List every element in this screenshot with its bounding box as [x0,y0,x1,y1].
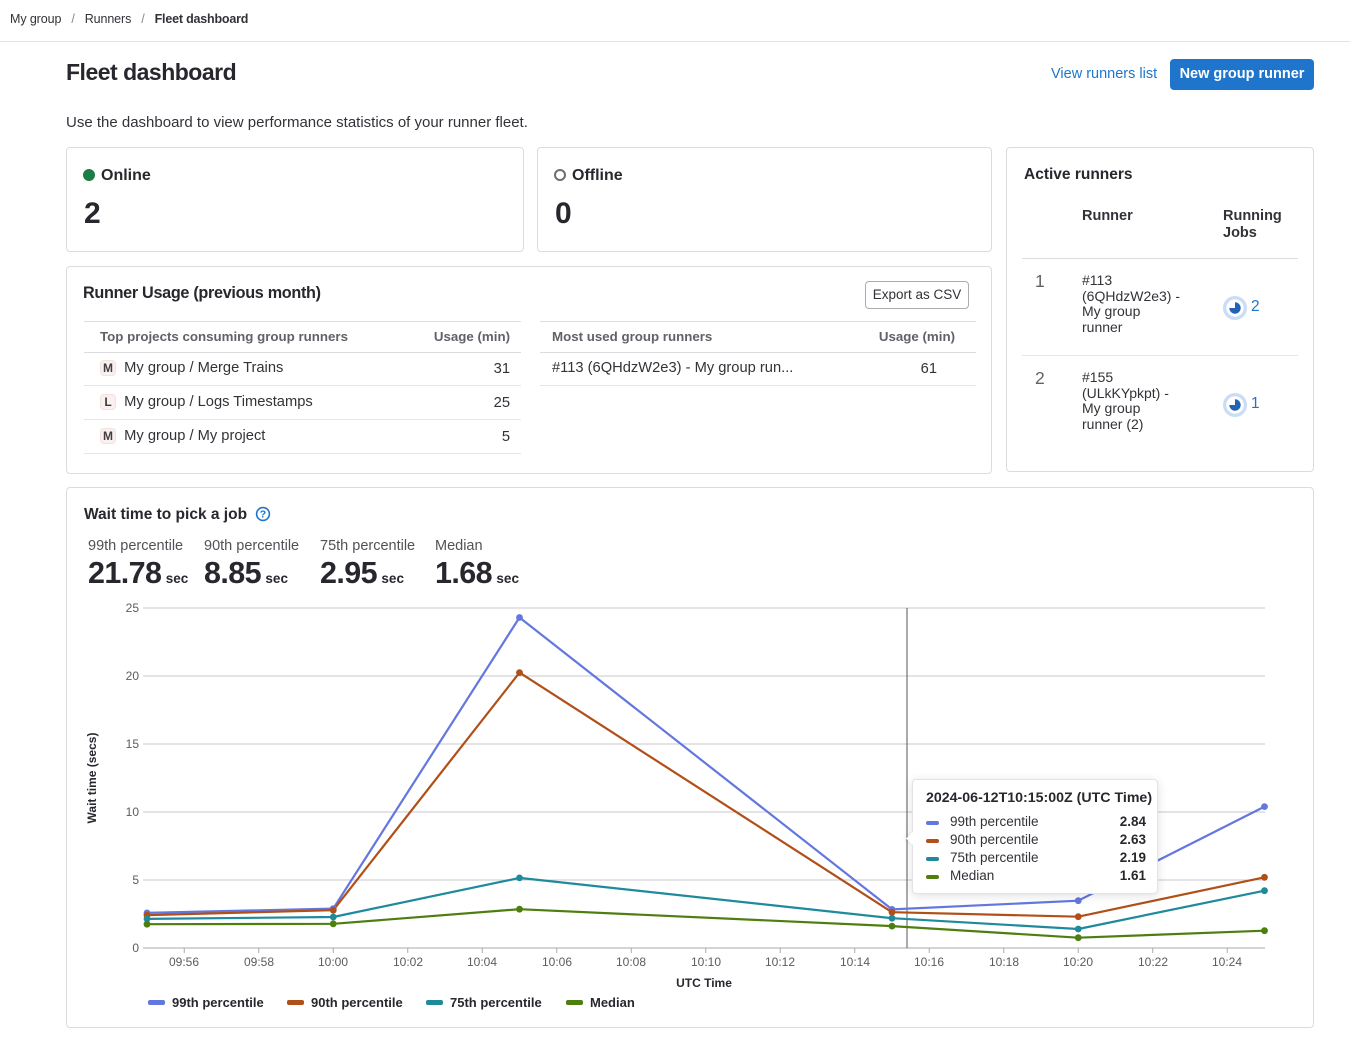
svg-text:?: ? [260,509,266,521]
